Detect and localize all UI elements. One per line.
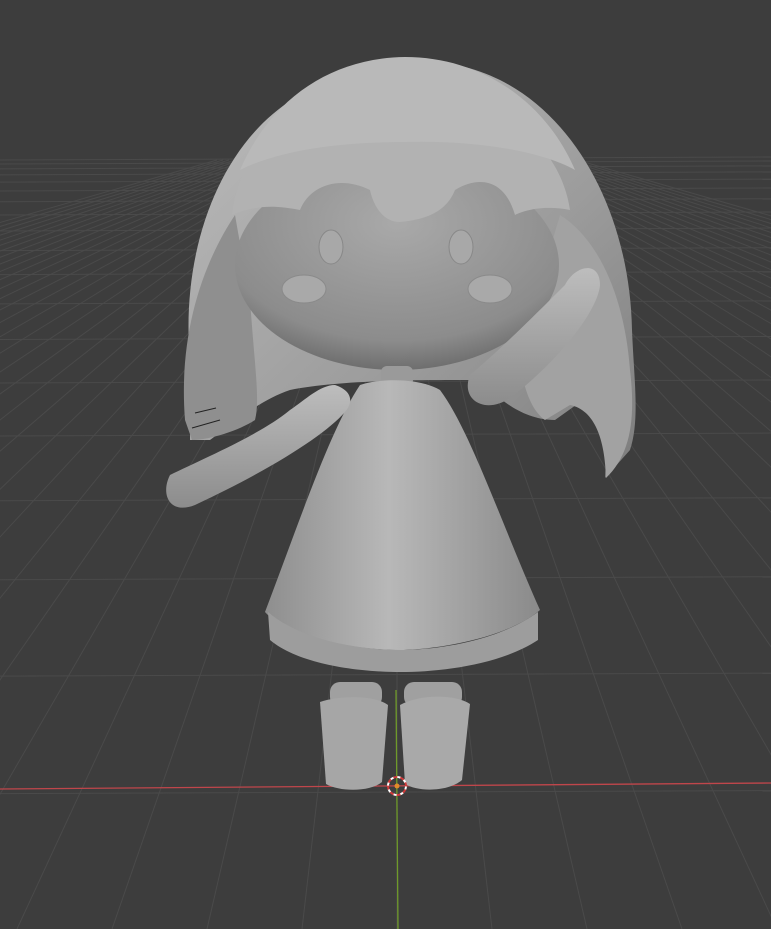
- right-cheek: [467, 274, 513, 304]
- grid-line: [0, 159, 224, 227]
- grid-line: [0, 672, 771, 677]
- left-boot: [320, 697, 388, 790]
- grid-line: [0, 790, 771, 795]
- 3d-viewport[interactable]: [0, 0, 771, 929]
- left-cheek: [281, 274, 327, 304]
- x-axis-line: [0, 782, 771, 790]
- origin-point-icon: [394, 783, 400, 789]
- character-model[interactable]: [166, 57, 636, 790]
- right-boot: [400, 696, 470, 790]
- left-eye: [318, 229, 344, 265]
- right-eye: [448, 229, 474, 265]
